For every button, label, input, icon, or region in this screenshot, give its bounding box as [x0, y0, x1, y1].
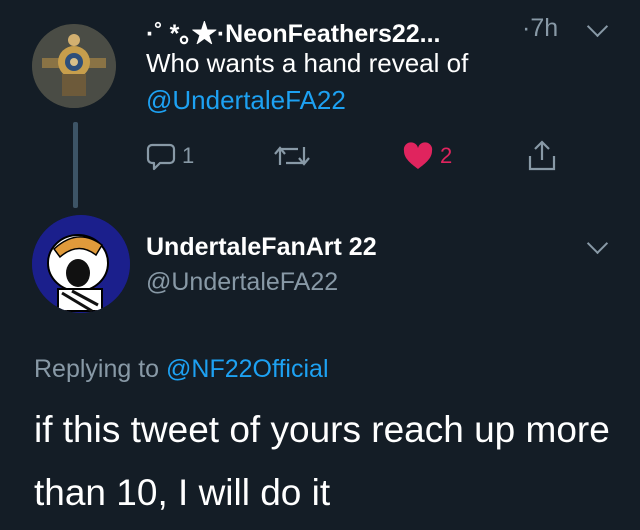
reply-icon [146, 143, 176, 171]
replying-to-link[interactable]: @NF22Official [166, 355, 328, 383]
retweet-button[interactable] [272, 139, 312, 173]
like-count: 2 [440, 143, 453, 168]
reply-button[interactable]: 1 [146, 139, 194, 173]
retweet-icon [274, 146, 310, 166]
chevron-down-icon[interactable] [586, 15, 609, 38]
heart-icon [403, 142, 433, 169]
avatar[interactable] [32, 24, 116, 108]
avatar[interactable] [32, 215, 130, 313]
author-name[interactable]: UndertaleFanArt 22 [146, 233, 377, 262]
share-button[interactable] [527, 139, 557, 173]
tweet-text: Who wants a hand reveal of [146, 48, 469, 78]
thread-connector-line [73, 122, 78, 208]
like-button[interactable]: 2 [402, 139, 452, 173]
replying-label: Replying to [34, 355, 160, 383]
tweet-text: if this tweet of yours reach up more tha… [34, 409, 610, 513]
mention-link[interactable]: @UndertaleFA22 [146, 82, 346, 118]
chevron-down-icon[interactable] [586, 232, 609, 255]
reply-count: 1 [182, 143, 195, 168]
author-handle[interactable]: @UndertaleFA22 [146, 268, 338, 297]
share-icon [528, 140, 556, 171]
replying-to-line: Replying to @NF22Official [34, 355, 329, 384]
timestamp[interactable]: ·7h [522, 14, 558, 43]
